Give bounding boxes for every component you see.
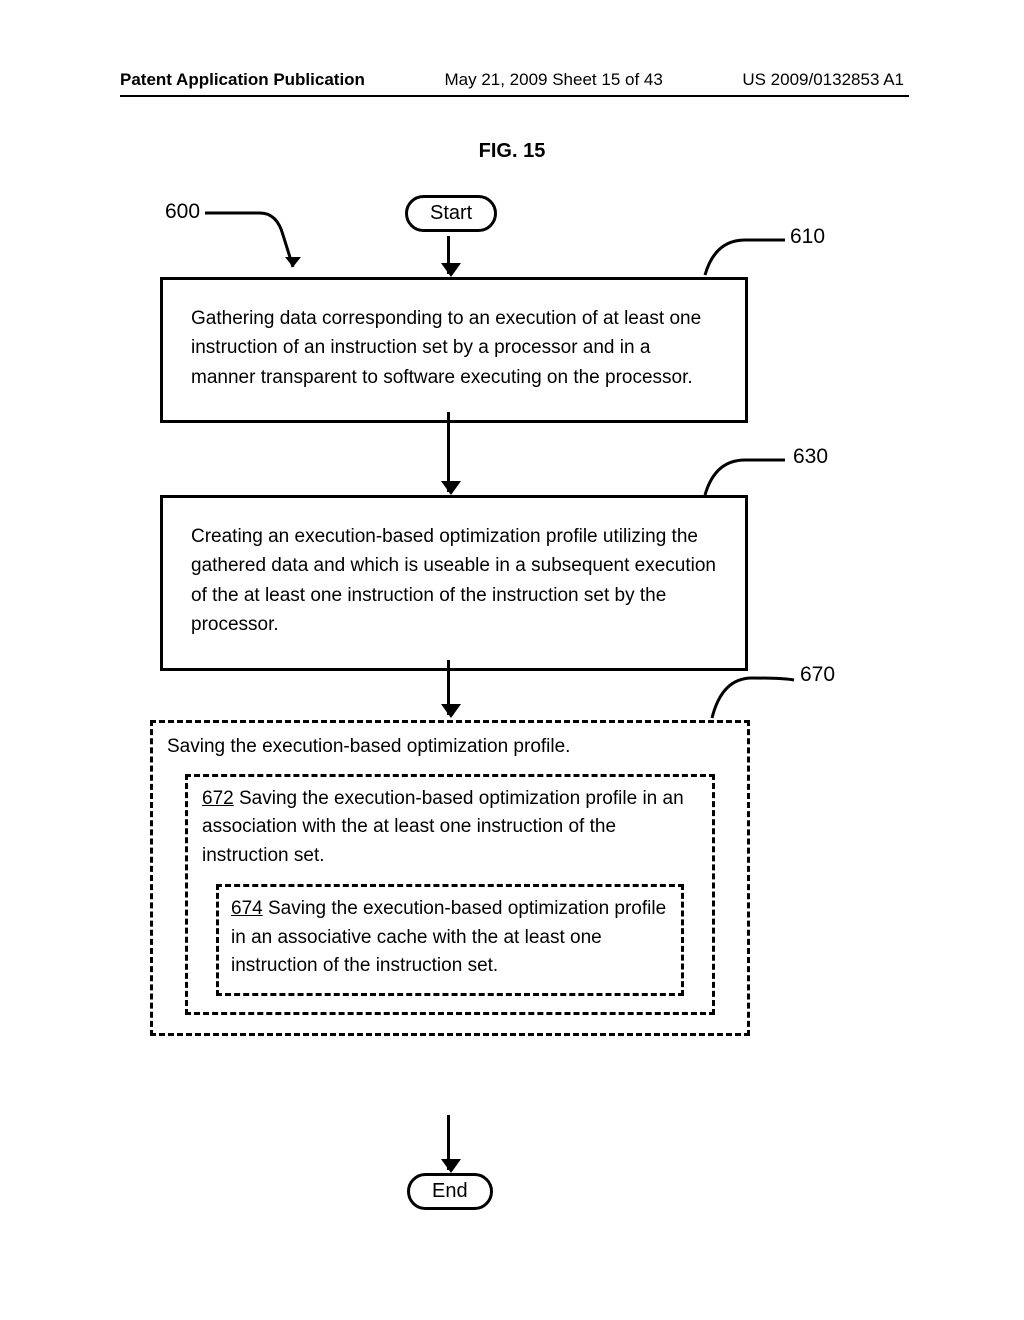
step-670-text: Saving the execution-based optimization … xyxy=(167,733,733,762)
ref-number-630: 630 xyxy=(793,445,828,469)
process-step-610: Gathering data corresponding to an execu… xyxy=(160,277,748,423)
page-root: Patent Application Publication May 21, 2… xyxy=(0,0,1024,1320)
page-header: Patent Application Publication May 21, 2… xyxy=(0,70,1024,90)
ref-630-curve xyxy=(705,450,795,500)
header-publication-label: Patent Application Publication xyxy=(120,70,365,90)
arrow-630-to-670 xyxy=(447,660,450,715)
process-step-630: Creating an execution-based optimization… xyxy=(160,495,748,671)
ref-number-672: 672 xyxy=(202,788,234,809)
arrow-start-to-610 xyxy=(447,236,450,274)
optional-step-670: Saving the execution-based optimization … xyxy=(150,720,750,1036)
header-publication-number: US 2009/0132853 A1 xyxy=(742,70,904,90)
step-630-text: Creating an execution-based optimization… xyxy=(191,526,716,635)
ref-number-670: 670 xyxy=(800,663,835,687)
end-label: End xyxy=(432,1180,468,1202)
ref-600-pointer xyxy=(205,205,325,285)
optional-step-674: 674 Saving the execution-based optimizat… xyxy=(216,884,684,996)
step-610-text: Gathering data corresponding to an execu… xyxy=(191,308,701,388)
start-terminator: Start xyxy=(405,195,497,232)
arrow-670-to-end xyxy=(447,1115,450,1170)
header-divider xyxy=(120,95,909,97)
step-672-text: Saving the execution-based optimization … xyxy=(202,788,684,866)
optional-step-672: 672 Saving the execution-based optimizat… xyxy=(185,774,715,1015)
step-674-text: Saving the execution-based optimization … xyxy=(231,898,666,976)
arrow-610-to-630 xyxy=(447,412,450,492)
ref-number-674: 674 xyxy=(231,898,263,919)
ref-number-600: 600 xyxy=(165,200,200,224)
end-terminator: End xyxy=(407,1173,493,1210)
ref-number-610: 610 xyxy=(790,225,825,249)
figure-title: FIG. 15 xyxy=(0,140,1024,163)
start-label: Start xyxy=(430,202,472,224)
ref-670-curve xyxy=(712,668,802,723)
ref-610-curve xyxy=(705,230,795,280)
header-date-sheet: May 21, 2009 Sheet 15 of 43 xyxy=(444,70,662,90)
